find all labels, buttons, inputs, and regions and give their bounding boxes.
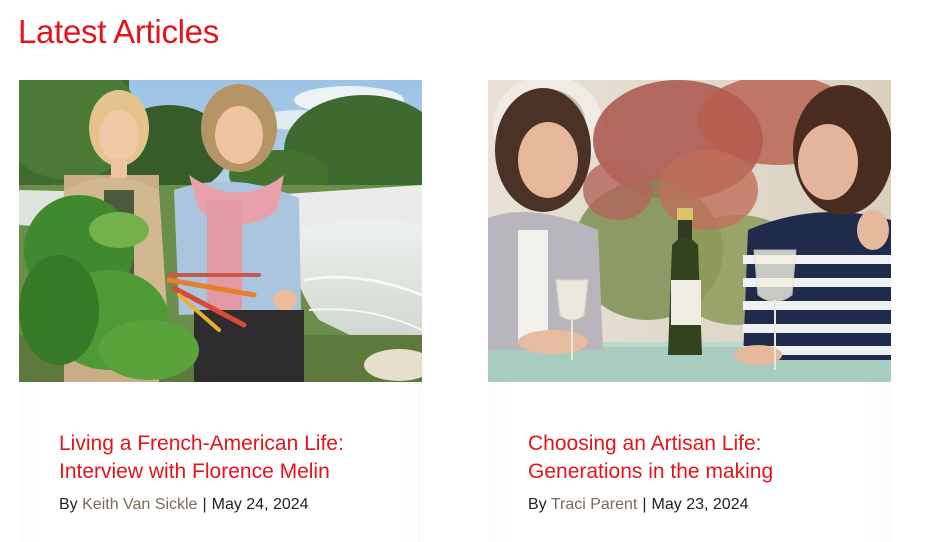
article-title-link[interactable]: Living a French-American Life: Interview…	[59, 430, 399, 486]
byline-separator: |	[642, 496, 647, 513]
article-image-wine[interactable]	[488, 80, 891, 382]
byline-separator: |	[202, 496, 207, 513]
article-title-line[interactable]: Generations in the making	[528, 458, 868, 486]
article-card-body: Living a French-American Life: Interview…	[19, 382, 422, 542]
author-link[interactable]: Traci Parent	[551, 496, 638, 513]
author-link[interactable]: Keith Van Sickle	[82, 496, 197, 513]
article-date: May 24, 2024	[211, 496, 309, 513]
section-title: Latest Articles	[18, 13, 219, 50]
article-card[interactable]: Choosing an Artisan Life: Generations in…	[488, 80, 891, 542]
article-title-link[interactable]: Choosing an Artisan Life: Generations in…	[528, 430, 868, 486]
article-date: May 23, 2024	[651, 496, 749, 513]
article-card-body: Choosing an Artisan Life: Generations in…	[488, 382, 891, 542]
article-title-line[interactable]: Choosing an Artisan Life:	[528, 430, 868, 458]
article-card[interactable]: Living a French-American Life: Interview…	[19, 80, 422, 542]
by-label: By	[59, 496, 78, 513]
article-image-garden[interactable]	[19, 80, 422, 382]
article-byline: By Keith Van Sickle | May 24, 2024	[59, 495, 309, 515]
by-label: By	[528, 496, 547, 513]
article-title-line[interactable]: Living a French-American Life:	[59, 430, 399, 458]
article-title-line[interactable]: Interview with Florence Melin	[59, 458, 399, 486]
article-byline: By Traci Parent | May 23, 2024	[528, 495, 748, 515]
